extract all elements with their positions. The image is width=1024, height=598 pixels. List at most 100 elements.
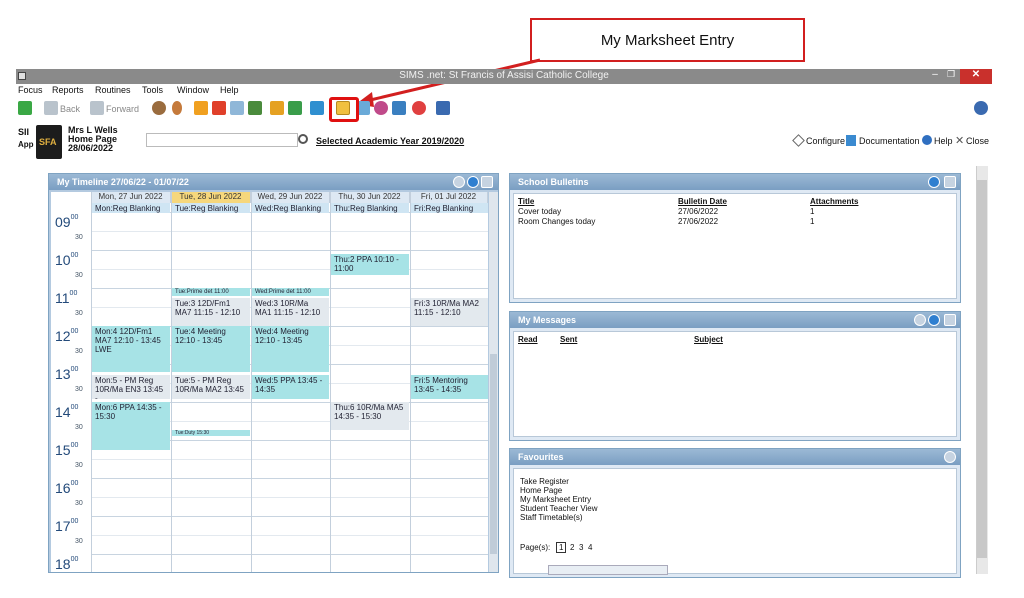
hour-label-16: 1600 bbox=[55, 480, 79, 496]
event-mon-reg[interactable]: Mon:Reg Blanking bbox=[92, 203, 170, 213]
forward-button[interactable]: Forward bbox=[106, 104, 139, 114]
page-link-1[interactable]: 1 bbox=[556, 542, 567, 553]
expand-icon[interactable] bbox=[481, 176, 493, 188]
favourites-tabs[interactable] bbox=[548, 565, 668, 575]
column-sent[interactable]: Sent bbox=[560, 335, 577, 344]
event-wed-reg[interactable]: Wed:Reg Blanking bbox=[252, 203, 329, 213]
event-wed-3[interactable]: Wed:3 10R/Ma MA1 11:15 - 12:10 bbox=[252, 298, 329, 326]
close-window-button[interactable]: ✕ bbox=[960, 69, 992, 84]
marks-icon[interactable] bbox=[288, 101, 302, 115]
close-icon[interactable]: ✕ bbox=[955, 134, 964, 147]
bulletin-title[interactable]: Cover today bbox=[518, 207, 561, 216]
book-icon[interactable] bbox=[194, 101, 208, 115]
event-tue-after[interactable]: Tue:Duty 15:30 bbox=[172, 430, 250, 436]
menu-focus[interactable]: Focus bbox=[18, 85, 43, 95]
bulletin-title[interactable]: Room Changes today bbox=[518, 217, 595, 226]
event-wed-4[interactable]: Wed:4 Meeting 12:10 - 13:45 bbox=[252, 326, 329, 372]
event-mon-5[interactable]: Mon:5 - PM Reg 10R/Ma EN3 13:45 - bbox=[92, 375, 170, 399]
event-mon-4[interactable]: Mon:4 12D/Fm1 MA7 12:10 - 13:45 LWE bbox=[92, 326, 170, 372]
person-icon[interactable] bbox=[172, 101, 182, 115]
academic-year-link[interactable]: Selected Academic Year 2019/2020 bbox=[316, 136, 464, 146]
event-tue-4[interactable]: Tue:4 Meeting 12:10 - 13:45 bbox=[172, 326, 250, 372]
header-strip: SII App SFA Mrs L Wells Home Page 28/06/… bbox=[16, 122, 992, 164]
flag-icon[interactable] bbox=[212, 101, 226, 115]
page-link-2[interactable]: 2 bbox=[570, 543, 574, 552]
window-title: SIMS .net: St Francis of Assisi Catholic… bbox=[399, 70, 609, 81]
menu-window[interactable]: Window bbox=[177, 85, 209, 95]
refresh-icon[interactable] bbox=[914, 314, 926, 326]
expand-icon[interactable] bbox=[944, 176, 956, 188]
chart-icon[interactable] bbox=[248, 101, 262, 115]
minimize-button[interactable]: – bbox=[928, 69, 942, 84]
column-attachments[interactable]: Attachments bbox=[810, 197, 858, 206]
main-scroll-thumb[interactable] bbox=[977, 180, 987, 558]
column-bulletin-date[interactable]: Bulletin Date bbox=[678, 197, 727, 206]
collapse-icon[interactable] bbox=[467, 176, 479, 188]
assessment-icon[interactable] bbox=[270, 101, 284, 115]
column-subject[interactable]: Subject bbox=[694, 335, 723, 344]
column-title[interactable]: Title bbox=[518, 197, 534, 206]
event-fri-reg[interactable]: Fri:Reg Blanking bbox=[411, 203, 488, 213]
documentation-icon[interactable] bbox=[846, 135, 856, 146]
close-link[interactable]: Close bbox=[966, 136, 989, 146]
favourite-student-teacher-view[interactable]: Student Teacher View bbox=[520, 504, 598, 513]
expand-icon[interactable] bbox=[944, 314, 956, 326]
maximize-button[interactable]: ❐ bbox=[944, 69, 958, 84]
configure-icon[interactable] bbox=[792, 134, 805, 147]
event-wed-5[interactable]: Wed:5 PPA 13:45 - 14:35 bbox=[252, 375, 329, 399]
refresh-icon[interactable] bbox=[944, 451, 956, 463]
users-icon[interactable] bbox=[230, 101, 244, 115]
help-link[interactable]: Help bbox=[934, 136, 953, 146]
event-wed-det[interactable]: Wed:Prime det 11:00 bbox=[252, 288, 329, 296]
document-icon[interactable] bbox=[310, 101, 324, 115]
home-icon[interactable] bbox=[392, 101, 406, 115]
documentation-link[interactable]: Documentation bbox=[859, 136, 920, 146]
menu-routines[interactable]: Routines bbox=[95, 85, 131, 95]
search-icon[interactable] bbox=[298, 134, 308, 144]
event-fri-3[interactable]: Fri:3 10R/Ma MA2 11:15 - 12:10 bbox=[411, 298, 488, 326]
collapse-icon[interactable] bbox=[928, 314, 940, 326]
refresh-icon[interactable] bbox=[453, 176, 465, 188]
event-mon-6[interactable]: Mon:6 PPA 14:35 - 15:30 bbox=[92, 402, 170, 450]
messages-title: My Messages bbox=[510, 312, 960, 328]
menu-reports[interactable]: Reports bbox=[52, 85, 84, 95]
hour-label-17: 1700 bbox=[55, 518, 79, 534]
event-thu-ppa[interactable]: Thu:2 PPA 10:10 - 11:00 bbox=[331, 254, 409, 275]
clock-icon[interactable] bbox=[412, 101, 426, 115]
forward-arrow-icon[interactable] bbox=[90, 101, 104, 115]
menu-help[interactable]: Help bbox=[220, 85, 239, 95]
back-arrow-icon[interactable] bbox=[44, 101, 58, 115]
timeline-scroll-thumb[interactable] bbox=[490, 354, 497, 554]
bulletin-attachments: 1 bbox=[810, 217, 815, 226]
page-link-4[interactable]: 4 bbox=[588, 543, 592, 552]
favourite-staff-timetables[interactable]: Staff Timetable(s) bbox=[520, 513, 583, 522]
favourites-panel: Favourites Take Register Home Page My Ma… bbox=[509, 448, 961, 578]
column-read[interactable]: Read bbox=[518, 335, 538, 344]
page-link-3[interactable]: 3 bbox=[579, 543, 583, 552]
collapse-icon[interactable] bbox=[928, 176, 940, 188]
half-hour-label: 30 bbox=[75, 538, 83, 545]
configure-link[interactable]: Configure bbox=[806, 136, 845, 146]
focus-icon[interactable] bbox=[18, 101, 32, 115]
favourite-marksheet-entry[interactable]: My Marksheet Entry bbox=[520, 495, 591, 504]
people-icon[interactable] bbox=[152, 101, 166, 115]
current-date: 28/06/2022 bbox=[68, 143, 114, 153]
event-fri-5[interactable]: Fri:5 Mentoring 13:45 - 14:35 bbox=[411, 375, 488, 399]
group-icon[interactable] bbox=[374, 101, 388, 115]
help-icon[interactable] bbox=[922, 135, 932, 145]
half-hour-label: 30 bbox=[75, 386, 83, 393]
event-tue-det[interactable]: Tue:Prime det 11:00 bbox=[172, 288, 250, 296]
settings-icon[interactable] bbox=[974, 101, 988, 115]
hour-label-13: 1300 bbox=[55, 366, 79, 382]
report-icon[interactable] bbox=[436, 101, 450, 115]
event-tue-5[interactable]: Tue:5 - PM Reg 10R/Ma MA2 13:45 bbox=[172, 375, 250, 399]
event-thu-reg[interactable]: Thu:Reg Blanking bbox=[331, 203, 409, 213]
menu-tools[interactable]: Tools bbox=[142, 85, 163, 95]
favourite-home-page[interactable]: Home Page bbox=[520, 486, 562, 495]
event-tue-3[interactable]: Tue:3 12D/Fm1 MA7 11:15 - 12:10 bbox=[172, 298, 250, 326]
search-input[interactable] bbox=[146, 133, 298, 147]
event-tue-reg[interactable]: Tue:Reg Blanking bbox=[172, 203, 250, 213]
back-button[interactable]: Back bbox=[60, 104, 80, 114]
event-thu-6[interactable]: Thu:6 10R/Ma MA5 14:35 - 15:30 bbox=[331, 402, 409, 430]
favourite-take-register[interactable]: Take Register bbox=[520, 477, 569, 486]
